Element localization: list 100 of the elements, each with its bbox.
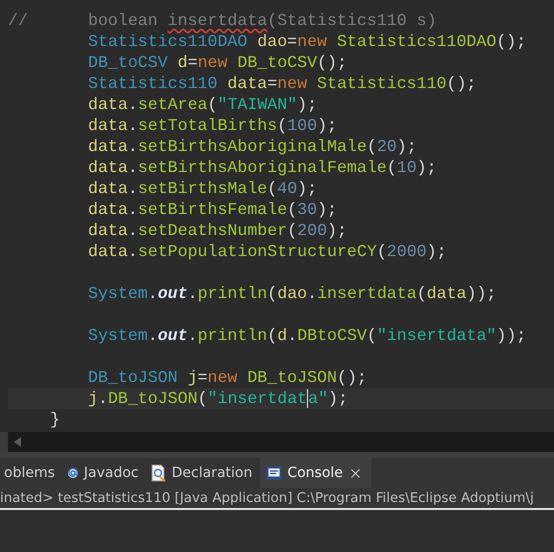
code-token: . [148, 326, 158, 345]
code-token: "insertdat [208, 389, 308, 408]
code-token: )); [496, 326, 526, 345]
code-token: setBirthsMale [138, 179, 268, 198]
code-token: setBirthsFemale [138, 200, 288, 219]
code-token: ); [317, 200, 337, 219]
code-token: Statistics110 [316, 74, 447, 93]
code-token: . [128, 158, 138, 177]
code-token: (); [496, 32, 526, 51]
code-token: insertdata [317, 284, 417, 303]
code-token: 20 [376, 137, 397, 156]
code-token: "TAIWAN" [218, 95, 298, 114]
code-token: DB_toCSV [88, 53, 168, 72]
code-token: setTotalBirths [138, 116, 278, 135]
code-token: (Statistics110 s) [267, 11, 437, 30]
code-token: = [198, 368, 208, 387]
code-token: d [176, 53, 188, 72]
code-token: } [50, 410, 60, 429]
panel-tab[interactable]: Console [260, 458, 371, 488]
code-token: dao [256, 32, 288, 51]
code-token: j [88, 389, 98, 408]
code-token: ); [297, 179, 318, 198]
code-token: System [88, 326, 148, 345]
code-token: ( [267, 326, 278, 345]
code-token: data [88, 200, 128, 219]
code-token: DB_toJSON [108, 389, 198, 408]
code-token: DBtoCSV [297, 326, 367, 345]
code-token: ( [208, 95, 218, 114]
code-token: data [426, 284, 466, 303]
code-token: data [88, 242, 128, 261]
code-token: setPopulationStructureCY [138, 242, 377, 261]
code-token: . [128, 242, 138, 261]
tab-label: Javadoc [84, 465, 139, 481]
tab-label: oblems [4, 465, 55, 481]
code-token: data [88, 116, 128, 135]
code-token: "insertdata" [376, 326, 496, 345]
code-token: ); [396, 137, 417, 156]
code-token: ); [297, 95, 318, 114]
left-arrow-icon[interactable] [14, 437, 22, 447]
code-token: = [267, 74, 278, 93]
code-token: (); [317, 53, 347, 72]
code-token: 200 [297, 221, 328, 240]
code-token: data [88, 158, 128, 177]
tab-label: Console [287, 465, 343, 481]
code-token: = [188, 53, 198, 72]
code-token: ); [328, 389, 348, 408]
code-token: (); [336, 368, 367, 387]
code-token: data [226, 74, 268, 93]
code-token: Statistics110DAO [336, 32, 496, 51]
code-token: ( [277, 116, 288, 135]
code-token: ( [287, 200, 298, 219]
code-token: (); [446, 74, 476, 93]
code-token: setBirthsAboriginalMale [138, 137, 367, 156]
code-token: ( [267, 284, 278, 303]
code-token: out [158, 284, 188, 303]
code-token: ( [416, 284, 427, 303]
code-token: Statistics110 [88, 74, 218, 93]
code-token: data [88, 95, 128, 114]
code-token: . [148, 284, 158, 303]
code-token: out [158, 326, 188, 345]
code-token: new [198, 53, 228, 72]
code-token: . [307, 284, 318, 303]
code-token: . [128, 116, 138, 135]
code-token: ); [416, 158, 437, 177]
code-token: new [208, 368, 238, 387]
code-token: ( [386, 158, 397, 177]
code-token: data [88, 221, 128, 240]
code-token: DB_toJSON [246, 368, 337, 387]
code-token: . [287, 326, 298, 345]
code-token: new [277, 74, 308, 93]
document-icon [150, 464, 167, 482]
code-token: ( [376, 242, 387, 261]
code-token: println [198, 326, 268, 345]
code-token: )); [466, 284, 496, 303]
code-token: . [128, 221, 138, 240]
console-title: inated> testStatistics110 [Java Application] C:\Program Files\Eclipse Adoptium\j [0, 490, 534, 506]
tab-label: Declaration [172, 465, 252, 481]
code-token: setDeathsNumber [138, 221, 288, 240]
code-token: ( [287, 221, 298, 240]
code-token: 2000 [386, 242, 427, 261]
code-token: ); [426, 242, 447, 261]
code-token: . [128, 200, 138, 219]
code-token: insertdata [168, 11, 268, 30]
at-sign-icon [66, 467, 79, 479]
code-token: setArea [138, 95, 208, 114]
code-token: boolean [88, 11, 159, 30]
code-token: ); [317, 116, 337, 135]
code-token: . [128, 179, 138, 198]
code-token: ( [366, 137, 377, 156]
code-token: a" [308, 389, 328, 408]
code-token: ( [198, 389, 208, 408]
code-token: data [88, 179, 128, 198]
code-token: . [128, 95, 138, 114]
code-token: 30 [297, 200, 318, 219]
horizontal-scrollbar[interactable] [8, 432, 554, 452]
code-token: setBirthsAboriginalFemale [138, 158, 387, 177]
code-token: 100 [287, 116, 318, 135]
code-token: System [88, 284, 148, 303]
comment-marker: // [8, 11, 28, 30]
code-token: j [186, 368, 198, 387]
